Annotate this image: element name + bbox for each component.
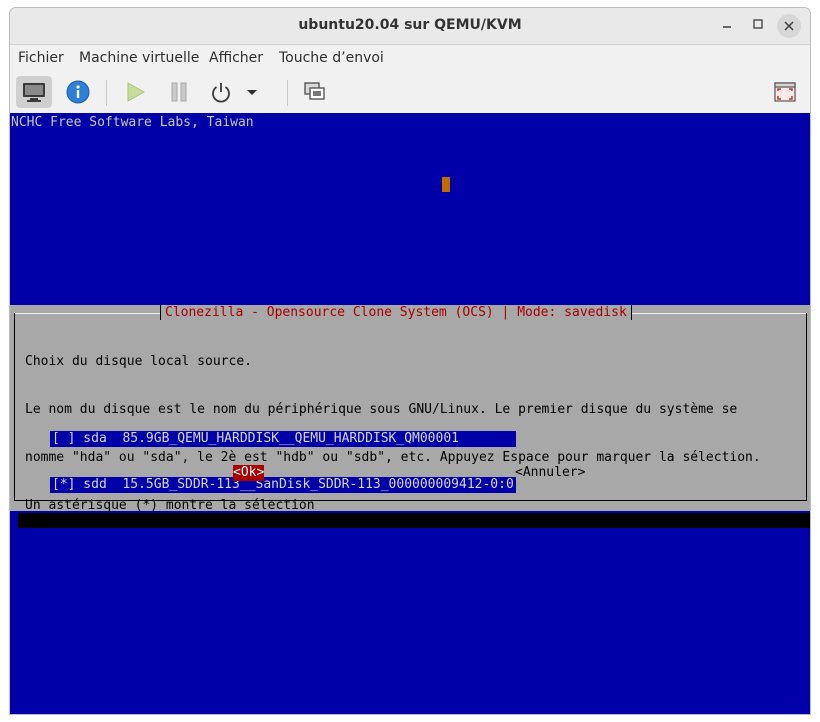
info-icon [66,80,90,104]
close-icon [784,21,794,31]
power-icon [212,83,230,103]
dialog-title: Clonezilla - Opensource Clone System (OC… [160,305,632,320]
toolbar [10,72,810,114]
text-cursor [442,177,450,192]
console-view-button[interactable] [16,76,52,108]
message-line: Choix du disque local source. [25,354,252,369]
play-icon [127,82,146,102]
vm-window: ubuntu20.04 sur QEMU/KVM Fichier Machine… [9,7,811,715]
pause-icon [171,82,187,102]
chevron-down-icon [247,90,257,95]
cancel-button[interactable]: <Annuler> [515,465,585,481]
console-header: NCHC Free Software Labs, Taiwan [11,115,254,130]
shutdown-button[interactable] [203,76,239,108]
fullscreen-button[interactable] [767,76,803,108]
title-bar[interactable]: ubuntu20.04 sur QEMU/KVM [10,8,810,45]
minimize-icon [723,26,731,28]
disk-item-sdd[interactable]: [*] sdd 15.5GB_SDDR-113__SanDisk_SDDR-11… [50,477,516,493]
monitor-icon [23,83,45,102]
fullscreen-icon [774,82,796,102]
menu-fichier[interactable]: Fichier [18,50,64,66]
vm-console-screen[interactable]: NCHC Free Software Labs, Taiwan Clonezil… [10,113,810,714]
menu-touche-envoi[interactable]: Touche d’envoi [279,50,384,66]
toolbar-separator [287,80,288,106]
maximize-icon [753,19,763,29]
toolbar-separator [106,80,107,106]
maximize-button[interactable] [747,16,769,36]
ok-button[interactable]: <Ok> [233,465,265,481]
minimize-button[interactable] [716,16,738,36]
disk-item-sda[interactable]: [ ] sda 85.9GB_QEMU_HARDDISK__QEMU_HARDD… [50,431,516,447]
dialog-shadow [18,513,810,528]
details-view-button[interactable] [60,76,96,108]
clonezilla-dialog: Clonezilla - Opensource Clone System (OC… [10,305,810,513]
window-title: ubuntu20.04 sur QEMU/KVM [298,17,522,33]
run-button[interactable] [117,76,153,108]
shutdown-menu-button[interactable] [242,76,262,108]
menu-machine-virtuelle[interactable]: Machine virtuelle [79,50,199,66]
snapshot-icon [304,82,325,100]
menu-bar: Fichier Machine virtuelle Afficher Touch… [10,45,810,72]
menu-afficher[interactable]: Afficher [209,50,263,66]
close-button[interactable] [777,14,801,38]
snapshots-button[interactable] [297,76,333,108]
pause-button[interactable] [161,76,197,108]
disk-list: [ ] sda 85.9GB_QEMU_HARDDISK__QEMU_HARDD… [50,401,516,523]
